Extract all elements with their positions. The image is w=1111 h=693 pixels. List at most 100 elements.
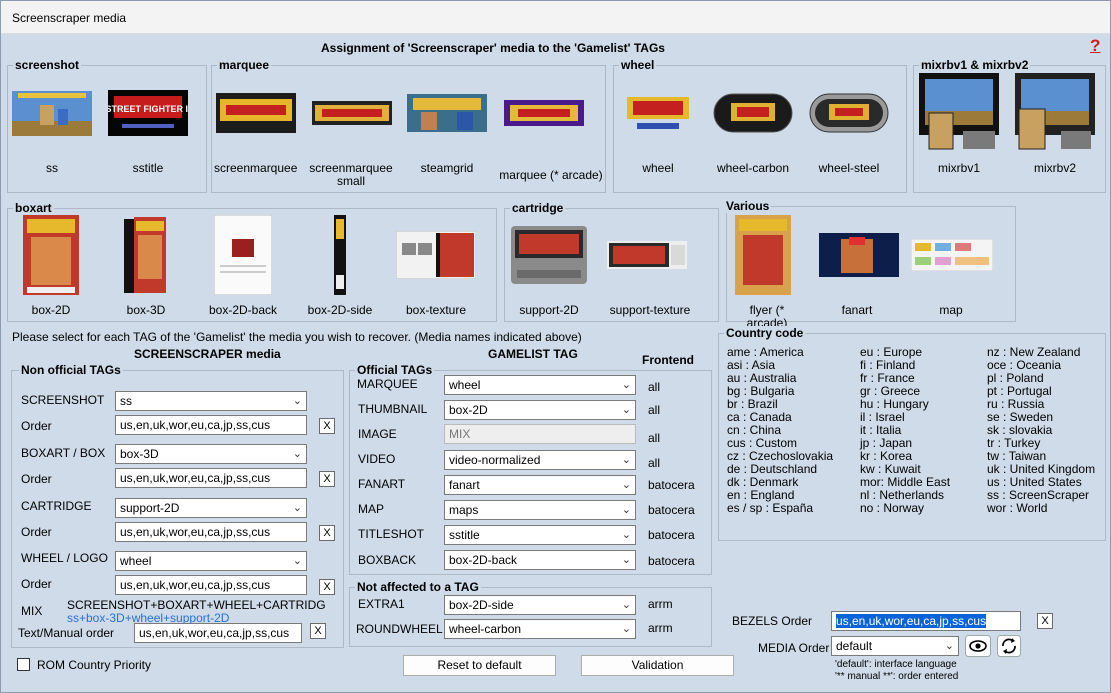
titleshot-tag-label: TITLESHOT: [358, 527, 425, 541]
chevron-down-icon: ⌄: [621, 404, 631, 416]
thumb-wheel[interactable]: [623, 93, 693, 135]
text-manual-order-clear-button[interactable]: X: [310, 623, 326, 639]
roundwheel-frontend: arrm: [648, 621, 673, 635]
chevron-down-icon: ⌄: [621, 623, 631, 635]
boxback-select[interactable]: box-2D-back ⌄: [444, 550, 636, 570]
country-code-label: Country code: [724, 326, 806, 340]
rom-country-label: ROM Country Priority: [37, 658, 152, 672]
page-title: Assignment of 'Screenscraper' media to t…: [321, 41, 665, 55]
official-label: Official TAGs: [355, 363, 435, 377]
roundwheel-select-value: wheel-carbon: [449, 622, 522, 636]
thumb-marquee[interactable]: [504, 100, 584, 126]
caption-support-texture: support-texture: [609, 303, 691, 317]
wheel-select-value: wheel: [120, 554, 152, 568]
screenshot-order-clear-button[interactable]: X: [319, 418, 335, 434]
bezels-order-input[interactable]: us,en,uk,wor,eu,ca,jp,ss,cus: [831, 611, 1021, 631]
caption-wheel-carbon: wheel-carbon: [716, 161, 790, 175]
boxart-order-clear-button[interactable]: X: [319, 471, 335, 487]
cartridge-order-input[interactable]: us,en,uk,wor,eu,ca,jp,ss,cus: [115, 522, 307, 542]
text-manual-order-label: Text/Manual order: [18, 626, 115, 640]
refresh-icon[interactable]: [997, 635, 1021, 657]
boxart-order-input[interactable]: us,en,uk,wor,eu,ca,jp,ss,cus: [115, 468, 307, 488]
thumb-box-2d-back[interactable]: [214, 215, 272, 295]
thumb-box-2d[interactable]: [23, 215, 79, 295]
image-tag-label: IMAGE: [358, 427, 397, 441]
marquee-select[interactable]: wheel ⌄: [444, 375, 636, 395]
thumb-box-2d-side[interactable]: [334, 215, 346, 295]
caption-fanart: fanart: [841, 303, 873, 317]
fanart-select[interactable]: fanart ⌄: [444, 475, 636, 495]
extra1-select[interactable]: box-2D-side ⌄: [444, 595, 636, 615]
map-frontend: batocera: [648, 503, 695, 517]
thumbnail-select[interactable]: box-2D ⌄: [444, 400, 636, 420]
help-icon[interactable]: ?: [1090, 36, 1100, 56]
thumb-sstitle[interactable]: STREET FIGHTER II: [108, 90, 188, 136]
boxart-order-label: Order: [21, 472, 52, 486]
group-cartridge-label: cartridge: [510, 201, 566, 215]
caption-box-2d: box-2D: [31, 303, 71, 317]
text-manual-order-input[interactable]: us,en,uk,wor,eu,ca,jp,ss,cus: [134, 623, 302, 643]
thumbnail-tag-label: THUMBNAIL: [358, 402, 428, 416]
wheel-order-label: Order: [21, 577, 52, 591]
media-order-select[interactable]: default ⌄: [831, 636, 959, 656]
thumb-box-3d[interactable]: [124, 215, 168, 295]
bezels-order-clear-button[interactable]: X: [1037, 613, 1053, 629]
cartridge-select[interactable]: support-2D ⌄: [115, 498, 307, 518]
wheel-select[interactable]: wheel ⌄: [115, 551, 307, 571]
fanart-select-value: fanart: [449, 478, 480, 492]
cartridge-select-value: support-2D: [120, 501, 180, 515]
group-various-label: Various: [724, 199, 772, 213]
thumb-ss[interactable]: [12, 91, 92, 136]
validation-button[interactable]: Validation: [581, 655, 734, 676]
wheel-tag-label: WHEEL / LOGO: [21, 551, 108, 565]
thumb-fanart[interactable]: [819, 233, 899, 277]
boxart-select-value: box-3D: [120, 447, 159, 461]
caption-marquee-arcade: marquee (* arcade): [499, 168, 603, 182]
thumb-flyer[interactable]: [735, 215, 791, 295]
roundwheel-select[interactable]: wheel-carbon ⌄: [444, 619, 636, 639]
map-select[interactable]: maps ⌄: [444, 500, 636, 520]
thumb-mixrbv1[interactable]: [919, 73, 999, 151]
titleshot-select[interactable]: sstitle ⌄: [444, 525, 636, 545]
screenshot-select[interactable]: ss ⌄: [115, 391, 307, 411]
wheel-order-clear-button[interactable]: X: [319, 579, 335, 595]
thumb-box-texture[interactable]: [396, 231, 476, 279]
screenshot-order-label: Order: [21, 419, 52, 433]
country-code-entry: wor : World: [987, 501, 1048, 515]
thumb-wheel-steel[interactable]: [809, 93, 889, 133]
boxback-tag-label: BOXBACK: [358, 553, 417, 567]
thumb-mixrbv2[interactable]: [1015, 73, 1095, 151]
thumb-steamgrid[interactable]: [407, 94, 487, 132]
chevron-down-icon: ⌄: [621, 554, 631, 566]
cartridge-order-label: Order: [21, 525, 52, 539]
thumb-wheel-carbon[interactable]: [713, 93, 793, 133]
thumb-map[interactable]: [911, 239, 993, 271]
non-official-label: Non official TAGs: [19, 363, 123, 377]
chevron-down-icon: ⌄: [621, 479, 631, 491]
fanart-frontend: batocera: [648, 478, 695, 492]
marquee-select-value: wheel: [449, 378, 481, 392]
group-boxart-label: boxart: [13, 201, 54, 215]
chevron-down-icon: ⌄: [621, 599, 631, 611]
caption-sstitle: sstitle: [132, 161, 164, 175]
wheel-order-input[interactable]: us,en,uk,wor,eu,ca,jp,ss,cus: [115, 575, 307, 595]
mix-label: MIX: [21, 604, 43, 618]
thumb-support-2d[interactable]: [511, 226, 587, 284]
cartridge-order-clear-button[interactable]: X: [319, 525, 335, 541]
chevron-down-icon: ⌄: [944, 640, 954, 652]
reset-button[interactable]: Reset to default: [403, 655, 556, 676]
screenshot-order-input[interactable]: us,en,uk,wor,eu,ca,jp,ss,cus: [115, 415, 307, 435]
fanart-tag-label: FANART: [358, 477, 406, 491]
media-order-note-1: 'default': interface language: [835, 659, 957, 670]
video-select[interactable]: video-normalized ⌄: [444, 450, 636, 470]
titleshot-select-value: sstitle: [449, 528, 480, 542]
thumb-support-texture[interactable]: [607, 241, 687, 269]
boxback-frontend: batocera: [648, 554, 695, 568]
rom-country-checkbox[interactable]: [17, 658, 30, 671]
eye-icon[interactable]: [965, 635, 991, 657]
boxart-select[interactable]: box-3D ⌄: [115, 444, 307, 464]
thumb-screenmarquee-small[interactable]: [312, 101, 392, 125]
map-select-value: maps: [449, 503, 479, 517]
titleshot-frontend: batocera: [648, 528, 695, 542]
thumb-screenmarquee[interactable]: [216, 93, 296, 133]
